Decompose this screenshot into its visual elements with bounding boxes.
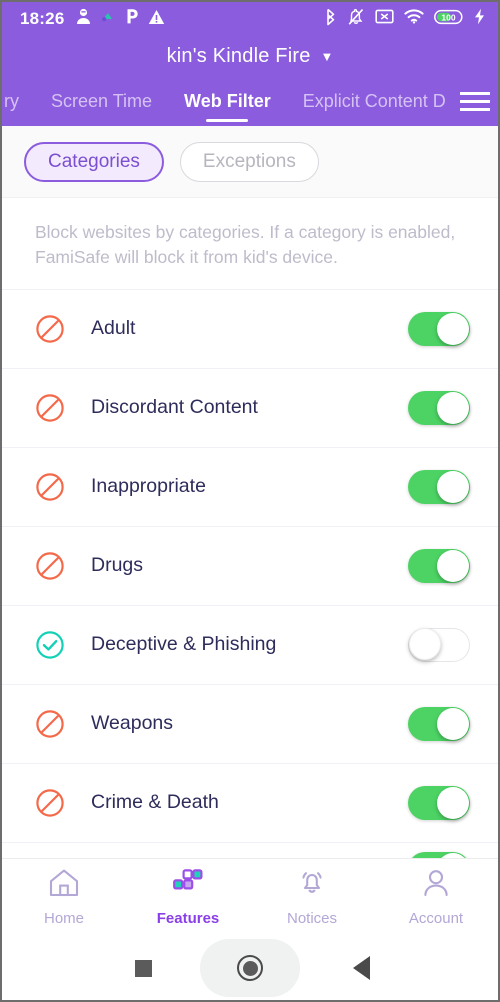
category-toggle[interactable]: [408, 706, 470, 741]
category-label: Inappropriate: [91, 475, 206, 498]
category-label: Crime & Death: [91, 791, 219, 814]
category-toggle[interactable]: [408, 311, 470, 346]
description-text: Block websites by categories. If a categ…: [35, 222, 456, 268]
charging-bolt-icon: [474, 8, 485, 30]
device-title-bar[interactable]: kin's Kindle Fire ▼: [2, 36, 498, 76]
tab-label: Web Filter: [184, 90, 271, 111]
toggle-knob: [437, 786, 469, 819]
category-label: Weapons: [91, 712, 174, 735]
status-bar: 18:26 100: [2, 2, 498, 36]
table-row[interactable]: Crime & Death: [2, 762, 498, 842]
nav-label: Account: [408, 910, 464, 927]
warning-triangle-icon: [148, 9, 165, 30]
no-sim-icon: [375, 8, 394, 30]
bell-icon: [296, 868, 328, 903]
android-system-nav: [2, 936, 498, 1000]
menu-line: [460, 107, 490, 111]
tab-web-filter[interactable]: Web Filter: [168, 76, 287, 126]
category-toggle[interactable]: [408, 627, 470, 662]
category-toggle[interactable]: [408, 390, 470, 425]
notifications-muted-icon: [347, 8, 365, 31]
toggle-knob: [437, 470, 469, 503]
back-triangle-icon[interactable]: [353, 956, 370, 980]
person-icon: [421, 868, 451, 903]
nav-label: Home: [43, 910, 84, 927]
category-label: Deceptive & Phishing: [91, 633, 277, 656]
blocked-icon: [35, 788, 71, 818]
segment-label: Categories: [48, 150, 140, 172]
nav-item-account[interactable]: Account: [374, 868, 498, 927]
nav-label: Notices: [286, 910, 338, 927]
tab-label: ry: [4, 90, 19, 111]
category-toggle[interactable]: [408, 852, 470, 858]
toggle-knob: [437, 549, 469, 582]
table-row[interactable]: Weapons: [2, 683, 498, 763]
nav-item-home[interactable]: Home: [2, 868, 126, 927]
category-label: Drugs: [91, 554, 144, 577]
blocked-icon: [35, 472, 71, 502]
wifi-icon: [404, 9, 424, 29]
person-alert-icon: [76, 8, 91, 30]
status-bar-left-icons: [76, 8, 165, 30]
svg-text:100: 100: [441, 12, 455, 22]
tab-explicit-content[interactable]: Explicit Content D: [287, 76, 462, 126]
toggle-knob: [437, 391, 469, 424]
recents-square-icon[interactable]: [135, 959, 152, 977]
category-label: Discordant Content: [91, 396, 258, 419]
toggle-knob: [437, 853, 469, 858]
hamburger-menu-icon[interactable]: [452, 76, 498, 126]
blocked-icon: [35, 551, 71, 581]
segment-label: Exceptions: [202, 150, 296, 172]
status-bar-time: 18:26: [20, 9, 65, 28]
home-dot: [242, 960, 258, 976]
table-row[interactable]: Discordant Content: [2, 367, 498, 447]
app-header: 18:26 100 kin's Kindle Fire ▼ ry Screen …: [2, 2, 498, 126]
category-label: Adult: [91, 317, 136, 340]
nav-item-features[interactable]: Features: [126, 868, 250, 927]
home-circle-icon[interactable]: [200, 939, 300, 997]
bottom-navigation: Home Features Notices Account: [2, 858, 498, 936]
segmented-control: Categories Exceptions: [2, 126, 498, 198]
parking-p-icon: [125, 8, 139, 30]
tab-history[interactable]: ry: [2, 76, 35, 126]
blocked-icon: [35, 709, 71, 739]
segment-exceptions[interactable]: Exceptions: [179, 141, 319, 182]
home-ring: [237, 955, 263, 981]
category-toggle[interactable]: [408, 785, 470, 820]
home-icon: [48, 868, 80, 903]
segment-categories[interactable]: Categories: [24, 141, 164, 182]
bug-icon: [100, 9, 116, 30]
features-grid-icon: [173, 868, 203, 903]
category-toggle[interactable]: [408, 548, 470, 583]
content-area: Block websites by categories. If a categ…: [2, 198, 498, 858]
category-list: Adult Discordant Content Inappropriate D…: [2, 288, 498, 858]
device-title: kin's Kindle Fire: [166, 44, 311, 67]
table-row-partial[interactable]: [2, 841, 498, 858]
feature-tab-bar: ry Screen Time Web Filter Explicit Conte…: [2, 76, 498, 126]
chevron-down-icon[interactable]: ▼: [321, 50, 334, 63]
menu-line: [460, 91, 490, 95]
blocked-icon: [35, 393, 71, 423]
table-row[interactable]: Adult: [2, 288, 498, 368]
table-row[interactable]: Inappropriate: [2, 446, 498, 526]
nav-item-notices[interactable]: Notices: [250, 868, 374, 927]
toggle-knob: [437, 312, 469, 345]
tab-label: Explicit Content D: [302, 90, 446, 111]
tab-screen-time[interactable]: Screen Time: [35, 76, 168, 126]
bluetooth-icon: [324, 8, 337, 31]
allowed-check-icon: [35, 630, 71, 660]
category-toggle[interactable]: [408, 469, 470, 504]
table-row[interactable]: Drugs: [2, 525, 498, 605]
toggle-knob: [409, 627, 441, 660]
blocked-icon: [35, 314, 71, 344]
nav-label: Features: [156, 910, 220, 927]
battery-icon: 100: [434, 9, 464, 30]
menu-line: [460, 99, 490, 103]
status-bar-right-icons: 100: [324, 8, 485, 31]
table-row[interactable]: Deceptive & Phishing: [2, 604, 498, 684]
toggle-knob: [437, 707, 469, 740]
phone-screen: 18:26 100 kin's Kindle Fire ▼ ry Screen …: [0, 0, 500, 1002]
tab-label: Screen Time: [51, 90, 153, 111]
